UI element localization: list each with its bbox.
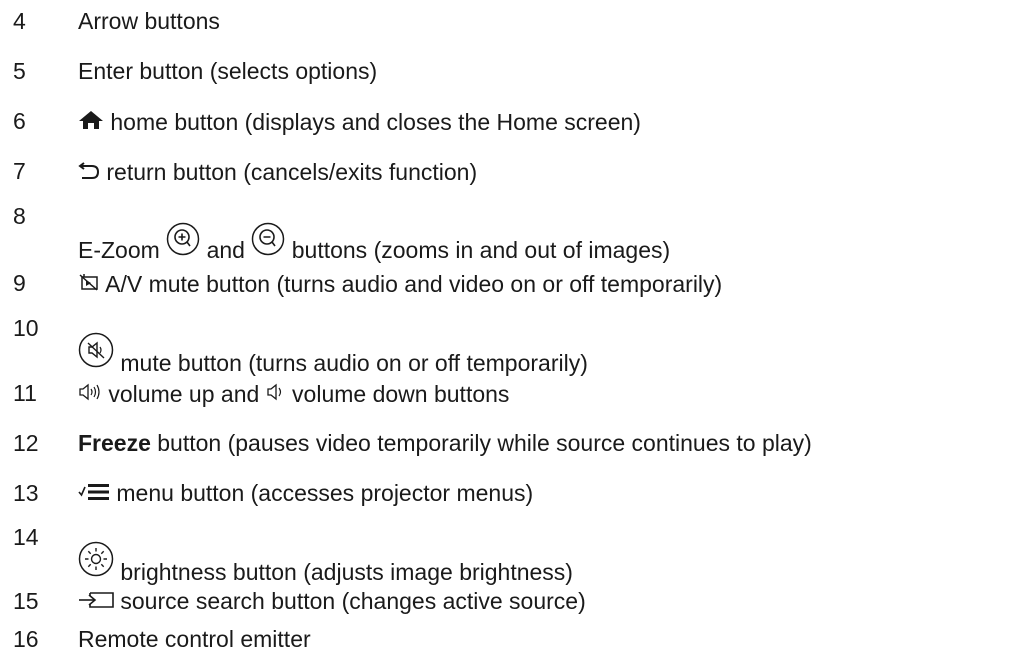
list-item: 10 mute button (turns audio on or off te… xyxy=(0,310,1009,375)
item-number: 13 xyxy=(13,480,39,506)
item-number: 9 xyxy=(13,270,26,296)
item-text-mid: volume up and xyxy=(102,381,266,407)
menu-icon xyxy=(78,483,110,501)
item-number: 15 xyxy=(13,588,39,614)
list-item: 11 volume up and volume down buttons xyxy=(0,372,1009,412)
item-number: 5 xyxy=(13,58,26,84)
list-item: 15 source search button (changes active … xyxy=(0,580,1009,620)
list-item: 13 menu button (accesses projector menus… xyxy=(0,472,1009,512)
item-description: mute button (turns audio on or off tempo… xyxy=(78,332,588,375)
item-text: A/V mute button (turns audio and video o… xyxy=(100,271,723,297)
item-description: return button (cancels/exits function) xyxy=(78,160,477,184)
volume-down-icon xyxy=(266,382,286,402)
item-number: 11 xyxy=(13,380,37,406)
item-number: 4 xyxy=(13,8,26,34)
item-description: E-Zoom and buttons (zooms in and out of … xyxy=(78,222,670,262)
list-item: 4 Arrow buttons xyxy=(0,0,1009,40)
item-text-post: volume down buttons xyxy=(285,381,510,407)
list-item: 7 return button (cancels/exits function) xyxy=(0,150,1009,190)
item-description: Enter button (selects options) xyxy=(78,58,378,84)
item-description: Freeze button (pauses video temporarily … xyxy=(78,432,812,455)
item-description: menu button (accesses projector menus) xyxy=(78,482,533,505)
volume-up-icon xyxy=(78,382,102,402)
item-text: button (pauses video temporarily while s… xyxy=(150,430,812,456)
item-description: Remote control emitter xyxy=(78,626,311,652)
list-item: 16 Remote control emitter xyxy=(0,618,1009,658)
av-mute-icon xyxy=(78,272,100,292)
freeze-label: Freeze xyxy=(78,430,151,456)
item-description: home button (displays and closes the Hom… xyxy=(78,110,641,134)
zoom-in-icon xyxy=(166,222,200,260)
item-text-pre: E-Zoom xyxy=(78,237,167,263)
mute-icon xyxy=(78,332,114,372)
item-text-mid: and xyxy=(200,237,252,263)
source-search-icon xyxy=(78,591,114,609)
list-item: 5 Enter button (selects options) xyxy=(0,50,1009,90)
item-number: 10 xyxy=(13,315,39,341)
item-description: source search button (changes active sou… xyxy=(78,590,586,613)
item-text: source search button (changes active sou… xyxy=(114,588,586,614)
item-number: 8 xyxy=(13,203,26,229)
home-icon xyxy=(78,110,104,130)
list-item: 12 Freeze button (pauses video temporari… xyxy=(0,422,1009,462)
zoom-out-icon xyxy=(251,222,285,260)
brightness-icon xyxy=(78,541,114,581)
item-number: 7 xyxy=(13,158,26,184)
list-item: 14 brightness button (adjusts image brig… xyxy=(0,518,1009,584)
item-description: A/V mute button (turns audio and video o… xyxy=(78,272,722,296)
item-description: volume up and volume down buttons xyxy=(78,382,509,406)
list-item: 6 home button (displays and closes the H… xyxy=(0,100,1009,140)
item-number: 6 xyxy=(13,108,26,134)
item-text: home button (displays and closes the Hom… xyxy=(104,109,641,135)
list-item: 8 E-Zoom and buttons (zooms in and out o… xyxy=(0,200,1009,262)
item-text: return button (cancels/exits function) xyxy=(100,159,478,185)
item-description: Arrow buttons xyxy=(78,8,220,34)
item-description: brightness button (adjusts image brightn… xyxy=(78,541,573,584)
item-number: 12 xyxy=(13,430,39,456)
item-text-post: buttons (zooms in and out of images) xyxy=(285,237,671,263)
item-number: 14 xyxy=(13,524,39,550)
item-text: menu button (accesses projector menus) xyxy=(110,480,534,506)
item-number: 16 xyxy=(13,626,39,652)
list-item: 9 A/V mute button (turns audio and video… xyxy=(0,262,1009,302)
return-arrow-icon xyxy=(78,160,100,180)
